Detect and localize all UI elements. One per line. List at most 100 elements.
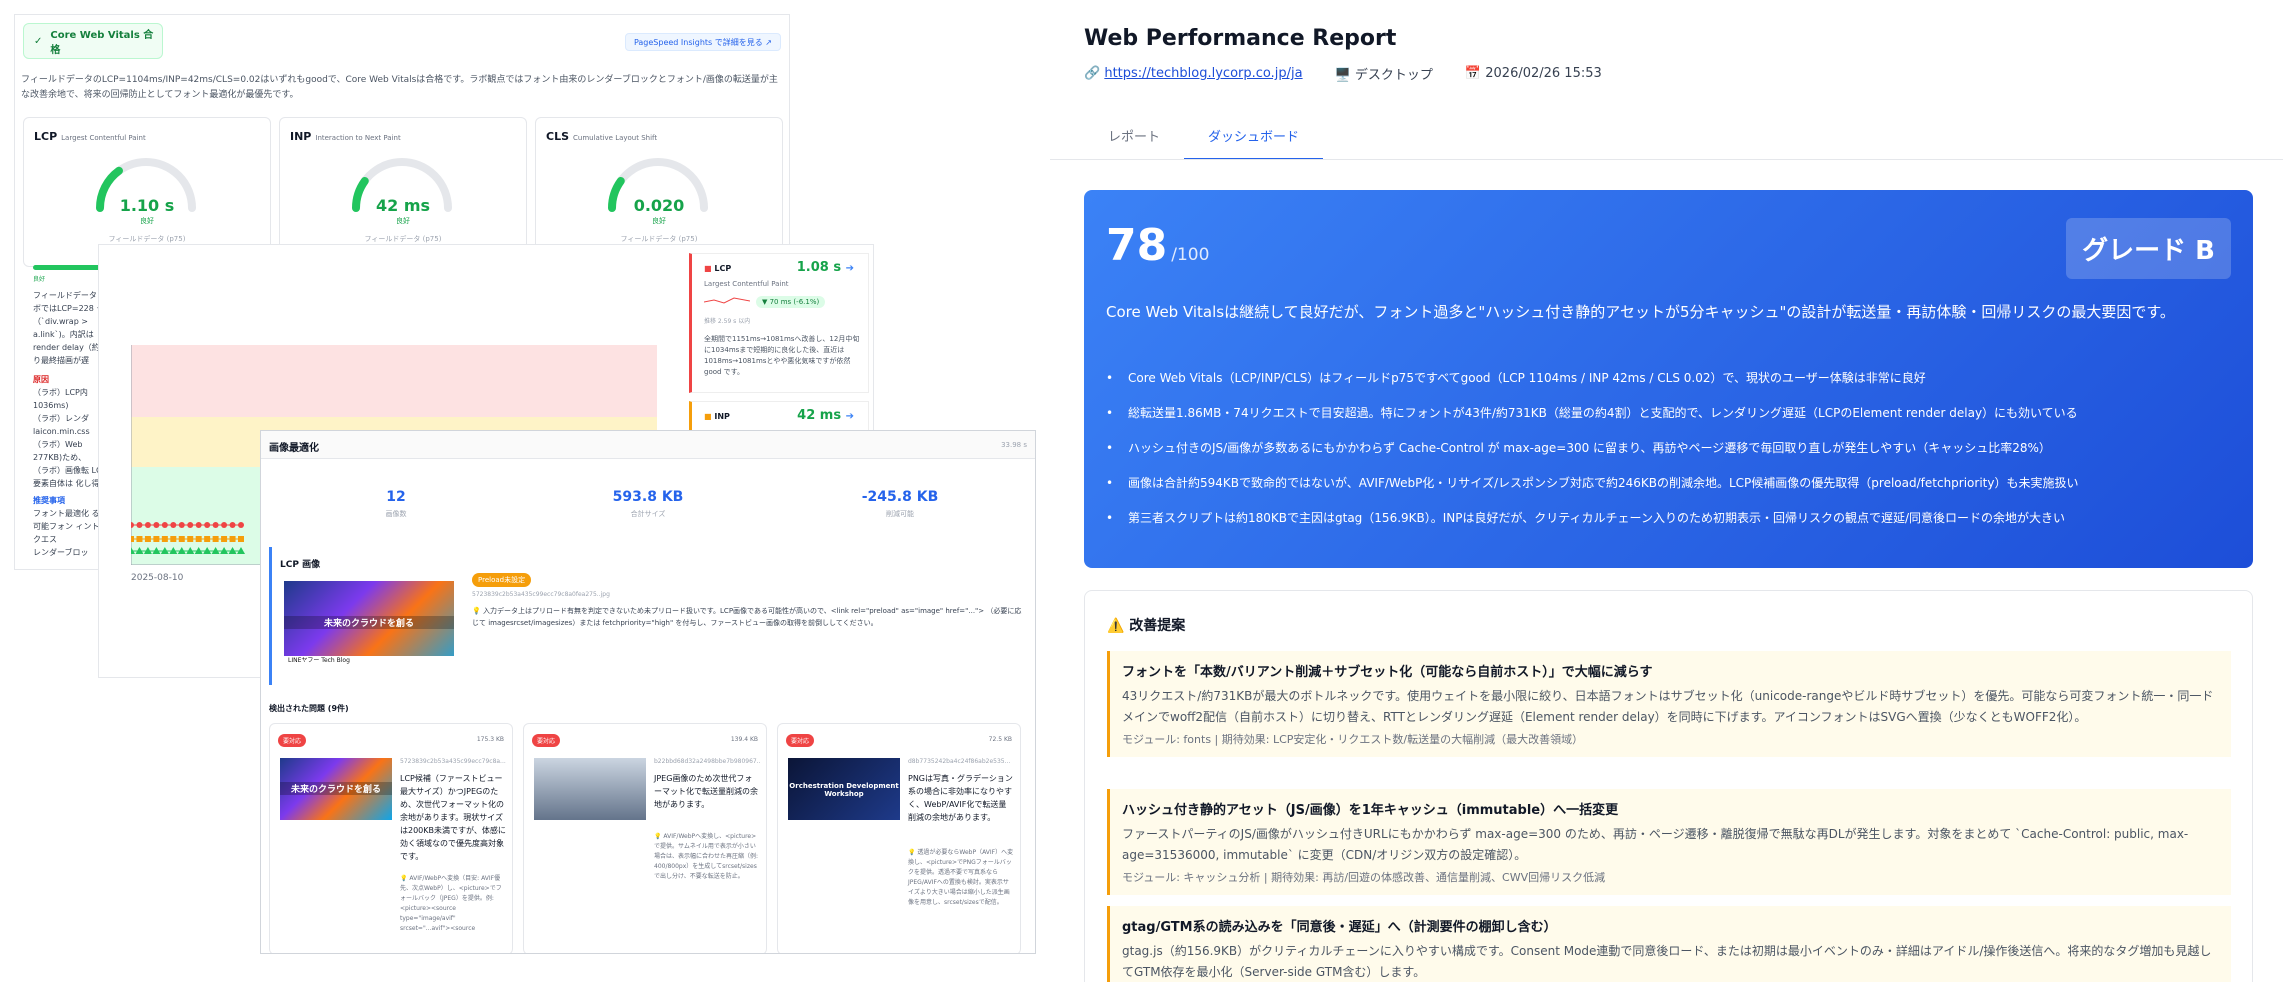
data-point[interactable]	[161, 522, 168, 528]
suggestions-title: ⚠️ 改善提案	[1107, 618, 1186, 634]
suggestion-item: ハッシュ付き静的アセット（JS/画像）を1年キャッシュ（immutable）へ一…	[1107, 789, 2231, 895]
issue-card: 要対応 139.4 KB b22bbd68d32a2498bbe7b980967…	[523, 723, 767, 953]
metric-abbr: INP	[290, 130, 312, 143]
stat-savings: -245.8 KB 削減可能	[775, 489, 1025, 519]
data-point[interactable]	[195, 536, 202, 542]
issue-size: 72.5 KB	[988, 736, 1012, 743]
cwv-badge-label: Core Web Vitals 合格	[50, 30, 154, 56]
side-subtitle: Largest Contentful Paint	[704, 280, 789, 288]
issue-suggestion: 💡 AVIF/WebPへ変換し、<picture>で提供。サムネイル用で表示が小…	[654, 833, 759, 880]
list-item: ハッシュ付きのJS/画像が多数あるにもかかわらず Cache-Control が…	[1106, 440, 2226, 456]
issue-suggestion: 💡 AVIF/WebPへ変換（目安: AVIF優先、次点WebP）し、<pict…	[400, 875, 502, 932]
thumb-caption: 未来のクラウドを創る	[284, 615, 454, 629]
preload-badge: Preload未設定	[472, 573, 532, 587]
issue-thumbnail[interactable]: Orchestration Development Workshop	[788, 758, 900, 820]
data-point[interactable]	[153, 522, 160, 528]
cwv-summary: フィールドデータのLCP=1104ms/INP=42ms/CLS=0.02はいず…	[21, 75, 778, 100]
data-point[interactable]	[195, 522, 202, 528]
data-point[interactable]	[187, 522, 194, 528]
data-point[interactable]	[178, 522, 185, 528]
suggestions-card: ⚠️ 改善提案 フォントを「本数/バリアント削減＋サブセット化（可能なら自前ホス…	[1084, 590, 2253, 982]
metric-value: 0.020	[633, 196, 685, 215]
link-icon: 🔗	[1084, 66, 1101, 81]
panel-time: 33.98 s	[1001, 441, 1027, 449]
report-url[interactable]: https://techblog.lycorp.co.jp/ja	[1104, 66, 1302, 81]
side-title: LCP	[714, 264, 732, 273]
data-point[interactable]	[204, 522, 211, 528]
issue-card: 要対応 72.5 KB Orchestration Development Wo…	[777, 723, 1021, 953]
suggestion-item: フォントを「本数/バリアント削減＋サブセット化（可能なら自前ホスト）」で大幅に減…	[1107, 651, 2231, 757]
issue-text: JPEG画像のため次世代フォーマット化で転送量削減の余地があります。	[654, 774, 758, 809]
metric-value: 1.10 s	[119, 196, 175, 215]
issue-badge: 要対応	[532, 734, 561, 747]
issue-file: 5723839c2b53a435c99ecc79c8a...	[400, 758, 506, 765]
suggestion-desc: 43リクエスト/約731KBが最大のボトルネックです。使用ウェイトを最小限に絞り…	[1122, 689, 2214, 724]
issue-file: b22bbd68d32a2498bbe7b980967...	[654, 758, 760, 765]
list-item: Core Web Vitals（LCP/INP/CLS）はフィールドp75ですべ…	[1106, 370, 2226, 386]
data-point[interactable]	[136, 536, 143, 542]
psi-link[interactable]: PageSpeed Insights で詳細を見る ↗	[624, 33, 781, 51]
data-point[interactable]	[212, 536, 219, 542]
status-dot-icon: ■	[704, 412, 712, 421]
arrow-right-icon[interactable]: ➔	[846, 411, 854, 422]
report-datetime: 2026/02/26 15:53	[1485, 66, 1602, 81]
side-meta: 推移 2.59 s 以内	[704, 318, 751, 325]
data-point[interactable]	[229, 522, 236, 528]
suggestion-desc: gtag.js（約156.9KB）がクリティカルチェーンに入りやすい構成です。C…	[1122, 944, 2212, 979]
metric-full: Cumulative Layout Shift	[573, 134, 658, 142]
metric-abbr: LCP	[34, 130, 58, 143]
issue-thumbnail[interactable]: 未来のクラウドを創る	[280, 758, 392, 820]
data-point[interactable]	[170, 536, 177, 542]
grade-badge: グレード B	[2066, 218, 2231, 279]
hero-summary: Core Web Vitalsは継続して良好だが、フォント過多と"ハッシュ付き静…	[1106, 303, 2175, 321]
data-point[interactable]	[229, 536, 236, 542]
data-point[interactable]	[187, 536, 194, 542]
data-point[interactable]	[221, 536, 228, 542]
suggestion-title: フォントを「本数/バリアント削減＋サブセット化（可能なら自前ホスト）」で大幅に減…	[1122, 665, 1653, 680]
stat-label: 合計サイズ	[630, 510, 666, 518]
data-point[interactable]	[178, 536, 185, 542]
data-point[interactable]	[170, 522, 177, 528]
device-label: デスクトップ	[1354, 68, 1433, 83]
side-title: INP	[714, 412, 730, 421]
data-point[interactable]	[153, 536, 160, 542]
metric-full: Largest Contentful Paint	[61, 134, 146, 142]
data-point[interactable]	[238, 536, 244, 542]
score: 78/100	[1106, 220, 1209, 271]
data-point[interactable]	[161, 536, 168, 542]
issue-size: 139.4 KB	[730, 736, 758, 743]
side-value: 1.08 s ➔	[797, 260, 854, 275]
tab-bar: レポート ダッシュボード	[1084, 112, 1324, 160]
x-axis-date: 2025-08-10	[131, 573, 184, 583]
stat-value: -245.8 KB	[861, 489, 939, 505]
data-point[interactable]	[221, 522, 228, 528]
data-point[interactable]	[238, 522, 244, 528]
poor-zone	[131, 345, 657, 417]
score-hero: 78/100 グレード B Core Web Vitalsは継続して良好だが、フ…	[1084, 190, 2253, 568]
data-point[interactable]	[136, 522, 143, 528]
check-icon: ✓	[34, 35, 43, 47]
stat-image-count: 12 画像数	[271, 489, 521, 519]
change-pill: ▼ 70 ms (-6.1%)	[756, 296, 826, 308]
issue-thumbnail[interactable]	[534, 758, 646, 820]
data-point[interactable]	[131, 536, 134, 542]
lcp-image-section: LCP 画像 未来のクラウドを創る LINEヤフー Tech Blog Prel…	[269, 547, 1029, 685]
issue-suggestion: 💡 透過が必要ならWebP（AVIF）へ変換し、<picture>でPNGフォー…	[908, 849, 1014, 906]
lcp-file-name: 5723839c2b53a435c99ecc79c8a0fea275..jpg	[472, 591, 610, 598]
metric-full: Interaction to Next Paint	[315, 134, 401, 142]
stat-value: 593.8 KB	[612, 489, 684, 505]
metric-status: 良好	[140, 217, 154, 225]
metric-value: 42 ms	[375, 196, 431, 215]
cwv-pass-badge: ✓ Core Web Vitals 合格	[23, 23, 163, 59]
data-point[interactable]	[144, 522, 151, 528]
data-point[interactable]	[204, 536, 211, 542]
lcp-thumbnail[interactable]: 未来のクラウドを創る LINEヤフー Tech Blog	[284, 581, 454, 673]
calendar-icon: 📅	[1464, 66, 1482, 81]
tab-dashboard[interactable]: ダッシュボード	[1184, 112, 1324, 160]
data-point[interactable]	[144, 536, 151, 542]
tab-report[interactable]: レポート	[1084, 112, 1184, 160]
data-point[interactable]	[212, 522, 219, 528]
score-value: 78	[1106, 220, 1168, 271]
arrow-right-icon[interactable]: ➔	[846, 263, 854, 274]
report-view: Web Performance Report 🔗 https://techblo…	[1050, 0, 2283, 982]
